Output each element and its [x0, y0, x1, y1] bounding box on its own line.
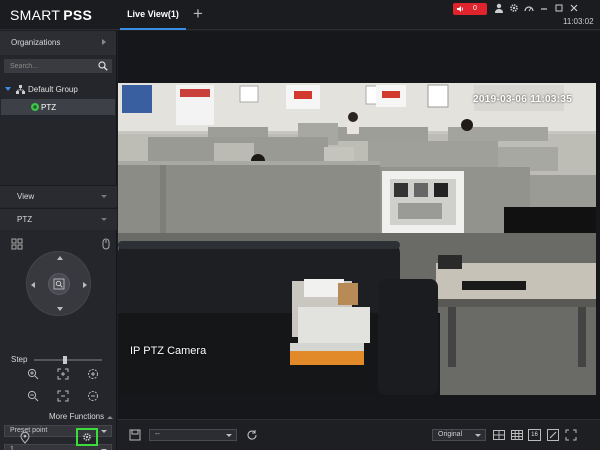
device-search	[4, 59, 112, 73]
iris-close-icon[interactable]	[87, 390, 99, 402]
tab-live-view[interactable]: Live View(1)	[120, 0, 186, 30]
layout-2x2-icon[interactable]	[493, 429, 505, 441]
minimize-icon[interactable]	[539, 3, 549, 13]
ptz-section-header[interactable]: PTZ	[0, 208, 117, 230]
maximize-icon[interactable]	[554, 3, 564, 13]
org-tree-icon	[16, 84, 25, 94]
live-view-area: 2019-03-06 11:03:35 IP PTZ Camera	[118, 31, 600, 419]
more-functions-label[interactable]: More Functions	[49, 412, 104, 421]
osd-timestamp: 2019-03-06 11:03:35	[473, 94, 573, 105]
view-select[interactable]: --	[149, 429, 237, 441]
title-bar: SMART PSS Live View(1) + 0 11:03:02	[0, 0, 600, 30]
layout-16-button[interactable]: 16	[528, 429, 541, 441]
speaker-icon	[457, 6, 463, 12]
ptz-camera-icon	[31, 103, 39, 111]
search-input[interactable]	[4, 59, 94, 73]
tree-node-default-group[interactable]: Default Group	[0, 83, 116, 95]
step-slider-thumb[interactable]	[63, 356, 67, 364]
dropdown-arrow-icon	[226, 434, 232, 437]
alarm-count: 0	[473, 5, 477, 12]
ptz-direction-pad[interactable]	[26, 251, 91, 316]
gear-icon	[83, 433, 91, 441]
zoom-out-icon[interactable]	[27, 390, 39, 402]
chevron-up-icon[interactable]	[107, 416, 113, 419]
zoom-lens-icon	[53, 278, 65, 290]
step-label: Step	[11, 355, 28, 364]
performance-gauge-icon[interactable]	[524, 3, 534, 13]
layout-3x3-icon[interactable]	[511, 429, 523, 441]
pan-up-arrow-icon[interactable]	[57, 256, 63, 260]
edit-layout-icon[interactable]	[547, 429, 559, 441]
video-window[interactable]: 2019-03-06 11:03:35 IP PTZ Camera	[118, 83, 596, 395]
step-slider[interactable]	[34, 356, 102, 364]
close-icon[interactable]	[569, 3, 579, 13]
chevron-down-icon	[101, 218, 107, 221]
ptz-control-panel: Step More Functions Preset point 1	[0, 234, 117, 450]
camera-name-label: IP PTZ Camera	[130, 345, 207, 357]
alarm-badge[interactable]: 0	[453, 3, 487, 15]
location-pin-icon[interactable]	[20, 432, 30, 444]
view-section-header[interactable]: View	[0, 185, 117, 207]
organizations-header[interactable]: Organizations	[0, 31, 116, 55]
search-icon[interactable]	[98, 61, 108, 71]
gear-icon[interactable]	[509, 3, 519, 13]
pan-left-arrow-icon[interactable]	[31, 282, 35, 288]
pan-right-arrow-icon[interactable]	[83, 282, 87, 288]
chevron-down-icon	[101, 195, 107, 198]
ptz-center-button[interactable]	[48, 273, 70, 295]
aspect-ratio-select[interactable]: Original	[432, 429, 486, 441]
focus-near-icon[interactable]	[57, 368, 69, 380]
mouse-control-icon[interactable]	[100, 238, 112, 250]
preset-settings-button[interactable]	[76, 428, 98, 446]
pan-down-arrow-icon[interactable]	[57, 307, 63, 311]
fullscreen-icon[interactable]	[565, 429, 577, 441]
user-icon[interactable]	[494, 3, 504, 13]
tree-node-ptz-device[interactable]: PTZ	[1, 99, 115, 115]
expand-arrow-icon[interactable]	[5, 87, 11, 91]
app-logo: SMART PSS	[10, 7, 93, 23]
zoom-in-icon[interactable]	[27, 368, 39, 380]
grid-mode-icon[interactable]	[11, 238, 23, 250]
sidebar-bottom-bar	[0, 425, 117, 450]
chevron-right-icon	[102, 39, 106, 45]
bottom-toolbar: -- Original 16	[118, 419, 600, 450]
save-view-icon[interactable]	[129, 429, 141, 441]
system-clock: 11:03:02	[563, 17, 594, 26]
add-tab-button[interactable]: +	[193, 5, 203, 23]
refresh-icon[interactable]	[246, 429, 258, 441]
focus-far-icon[interactable]	[57, 390, 69, 402]
sidebar: Organizations Default Group PTZ View PTZ	[0, 31, 117, 450]
dropdown-arrow-icon	[475, 434, 481, 437]
iris-open-icon[interactable]	[87, 368, 99, 380]
